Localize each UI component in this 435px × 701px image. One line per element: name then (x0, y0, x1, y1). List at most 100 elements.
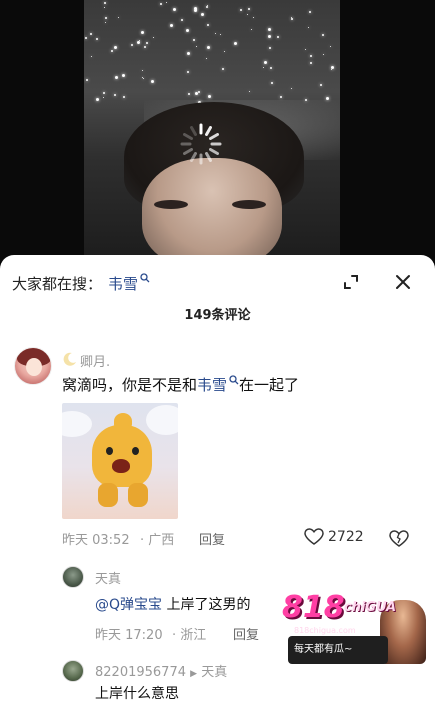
watermark-number: 818 (282, 590, 345, 625)
ceiling-star (194, 7, 197, 10)
avatar[interactable] (14, 347, 52, 385)
watermark-slogan: 每天都有瓜~ (294, 644, 353, 655)
reply-target-username[interactable]: 天真 (201, 665, 227, 680)
ceiling-star (187, 52, 190, 55)
ceiling-star (248, 8, 250, 10)
reply-location: · 浙江 (172, 628, 207, 643)
video-player[interactable] (0, 0, 435, 262)
ceiling-star (170, 24, 173, 27)
ceiling-star (206, 6, 208, 8)
comment-text-after: 在一起了 (239, 376, 300, 394)
expand-icon[interactable] (340, 271, 362, 293)
ceiling-star (308, 27, 309, 28)
reply-button[interactable]: 回复 (233, 624, 259, 643)
sticker-leg (128, 483, 148, 507)
ceiling-star (253, 17, 254, 18)
ceiling-star (331, 69, 332, 70)
ceiling-star (330, 46, 331, 47)
reply-time: 昨天 17:20 (95, 628, 163, 643)
ceiling-star (104, 7, 105, 8)
ceiling-star (186, 29, 189, 32)
ceiling-star (224, 51, 225, 52)
comment-keyword-link[interactable]: 韦雪 (197, 376, 227, 394)
ceiling-star (139, 40, 140, 41)
ceiling-star (269, 47, 271, 49)
ceiling-star (114, 94, 116, 96)
reply-button[interactable]: 回复 (199, 529, 225, 548)
avatar-face (26, 358, 42, 376)
ceiling-star (105, 22, 106, 23)
ceiling-star (251, 29, 252, 30)
ceiling-star (146, 42, 148, 44)
reply-text: @Q弹宝宝 上岸了这男的 (95, 594, 250, 614)
ceiling-star (193, 39, 195, 41)
ceiling-star (291, 18, 293, 20)
ceiling-star (326, 97, 329, 100)
ceiling-star (323, 54, 324, 55)
ceiling-star (222, 68, 224, 70)
ceiling-star (122, 74, 125, 77)
ceiling-star (86, 79, 88, 81)
ceiling-star (131, 44, 133, 46)
ceiling-star (207, 46, 210, 49)
ceiling-star (220, 34, 221, 35)
ceiling-star (96, 38, 98, 40)
person-face (142, 158, 282, 262)
ceiling-star (181, 19, 183, 21)
ceiling-star (141, 31, 144, 34)
ceiling-star (111, 50, 113, 52)
comment-time: 昨天 03:52 (62, 533, 130, 548)
sticker-mouth (112, 459, 130, 473)
sticker-cloud (62, 411, 92, 437)
comment-username[interactable]: 卿月. (80, 351, 110, 370)
ceiling-star (277, 36, 279, 38)
reply-username[interactable]: 82201956774 (95, 665, 186, 680)
ceiling-star (206, 58, 207, 59)
comment-text: 窝滴吗，你是不是和韦雪 在一起了 (62, 374, 299, 395)
moon-icon (63, 352, 76, 366)
reply-arrow-icon: ▶ (190, 669, 198, 679)
reply-avatar[interactable] (62, 566, 84, 588)
ceiling-star (268, 35, 271, 38)
ceiling-star (143, 78, 144, 79)
ceiling-star (195, 92, 198, 95)
ceiling-star (142, 70, 143, 71)
ceiling-star (264, 61, 267, 64)
ceiling-star (240, 9, 242, 11)
ceiling-star (153, 37, 154, 38)
ceiling-star (188, 93, 190, 95)
ceiling-star (90, 33, 92, 35)
close-button[interactable] (389, 268, 417, 296)
ceiling-star (187, 71, 189, 73)
ceiling-star (291, 88, 292, 89)
left-eye (154, 200, 188, 209)
reply-text: 上岸什么意思 (95, 686, 179, 701)
close-icon (396, 275, 410, 289)
sticker-cloud (146, 405, 178, 435)
ceiling-star (310, 55, 312, 57)
broken-heart-icon[interactable] (389, 529, 409, 549)
comment-sticker-image[interactable] (62, 403, 178, 519)
ceiling-star (271, 82, 273, 84)
ceiling-star (144, 46, 146, 48)
ceiling-star (280, 96, 282, 98)
reply-mention-link[interactable]: @Q弹宝宝 (95, 597, 162, 613)
search-suggestion[interactable]: 大家都在搜： 韦雪 (12, 271, 150, 295)
ceiling-star (105, 17, 107, 19)
ceiling-star (85, 37, 87, 39)
ceiling-star (207, 24, 209, 26)
reply-text-content: 上岸了这男的 (166, 597, 251, 613)
reply-avatar[interactable] (62, 660, 84, 682)
ceiling-star (103, 97, 104, 98)
search-suggestion-label: 大家都在搜： (12, 274, 103, 293)
like-button[interactable]: 2722 (304, 528, 364, 546)
sticker-eye (106, 447, 113, 455)
ceiling-star (196, 46, 197, 47)
ceiling-star (322, 34, 324, 36)
search-keyword-link[interactable]: 韦雪 (108, 273, 138, 294)
ceiling-star (305, 49, 306, 50)
loading-spinner-icon (180, 123, 222, 165)
ceiling-star (270, 67, 272, 69)
reply-username[interactable]: 天真 (95, 568, 121, 587)
site-watermark: 818 chiGUA 818chigua.com 每天都有瓜~ (280, 588, 426, 668)
